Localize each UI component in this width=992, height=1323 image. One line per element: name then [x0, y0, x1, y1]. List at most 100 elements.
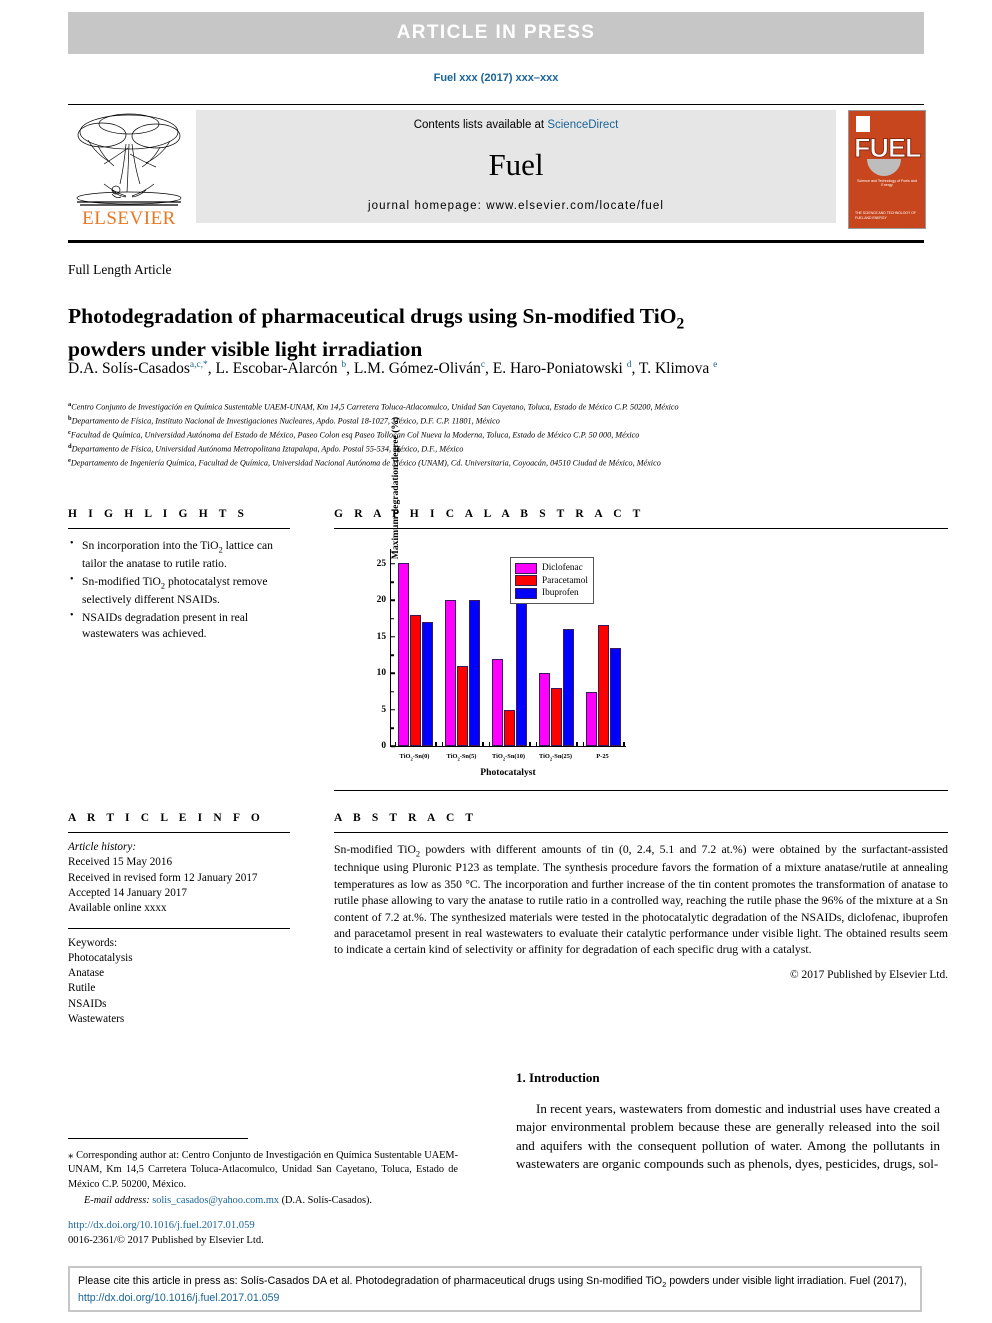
author-affil-marker[interactable]: a,c, [190, 360, 203, 370]
chart-bar [562, 628, 575, 747]
author-name: D.A. Solís-Casados [68, 360, 190, 378]
title-part-1: Photodegradation of pharmaceutical drugs… [68, 304, 677, 329]
article-in-press-label: ARTICLE IN PRESS [396, 22, 596, 43]
abstract-rule [334, 832, 948, 834]
chart-bar [491, 658, 504, 747]
keyword-item: Photocatalysis [68, 952, 133, 965]
keyword-item: Wastewaters [68, 1012, 125, 1025]
email-label: E-mail address: [84, 1195, 150, 1207]
highlight-text: NSAIDs degradation present in real waste… [82, 610, 249, 640]
sciencedirect-link[interactable]: ScienceDirect [547, 119, 618, 131]
chart-x-tick-mark [435, 742, 437, 747]
chart-x-tick-label: TiO2-Sn(0) [399, 753, 430, 762]
article-history-label: Article history: [68, 841, 137, 854]
affiliation-text: Departamento de Física, Instituto Nacion… [71, 416, 500, 426]
title-subscript: 2 [676, 315, 685, 333]
chart-x-tick-mark [482, 742, 484, 747]
author-list: D.A. Solís-Casadosa,c,*, L. Escobar-Alar… [68, 360, 948, 378]
article-info-rule [68, 832, 290, 834]
masthead-bottom-rule [68, 240, 924, 243]
contents-lists-line: Contents lists available at ScienceDirec… [414, 119, 619, 131]
chart-y-minor-tick [391, 617, 394, 620]
masthead-top-rule [68, 104, 924, 105]
cover-footer-text: THE SCIENCE AND TECHNOLOGY OF FUEL AND E… [855, 211, 916, 221]
chart-y-tick-label: 25 [376, 558, 386, 569]
chart-y-minor-tick [391, 581, 394, 583]
chart-bar [397, 563, 410, 747]
affiliation-text: Facultad de Química, Universidad Autónom… [70, 430, 640, 440]
keyword-item: NSAIDs [68, 997, 107, 1010]
chart-x-axis-label: Photocatalyst [480, 767, 536, 779]
highlights-rule [68, 528, 290, 530]
author-affil-marker[interactable]: c [481, 360, 485, 370]
keyword-item: Rutile [68, 982, 96, 995]
affiliation-item: dDepartamento de Física, Universidad Aut… [68, 442, 948, 456]
corresponding-author-text: Corresponding author at: Centro Conjunto… [68, 1150, 459, 1190]
email-note: E-mail address: solis_casados@yahoo.com.… [68, 1194, 458, 1208]
graphical-abstract-figure: Maximum degradation degree (%) 0 5 10 15 20 2… [342, 417, 642, 789]
introduction-paragraph: In recent years, wastewaters from domest… [516, 1101, 940, 1172]
chart-x-tick-mark [529, 742, 531, 747]
chart-bar [468, 599, 481, 747]
introduction-heading: 1. Introduction [516, 1070, 600, 1085]
chart-bar [421, 622, 434, 747]
journal-title: Fuel [488, 147, 544, 182]
corresponding-author-note: ⁎ Corresponding author at: Centro Conjun… [68, 1148, 458, 1192]
affiliation-text: Departamento de Ingeniería Química, Facu… [70, 458, 661, 468]
chart-legend-swatch [515, 587, 537, 599]
abstract-copyright: © 2017 Published by Elsevier Ltd. [790, 968, 948, 981]
cite-doi-link[interactable]: http://dx.doi.org/10.1016/j.fuel.2017.01… [78, 1292, 279, 1304]
author-name: T. Klimova [638, 360, 710, 378]
list-item: Sn incorporation into the TiO2 lattice c… [68, 537, 290, 572]
author-name: L. Escobar-Alarcón [215, 360, 338, 378]
keywords-list: Keywords: Photocatalysis Anatase Rutile … [68, 936, 290, 1027]
doi-link[interactable]: http://dx.doi.org/10.1016/j.fuel.2017.01… [68, 1218, 264, 1233]
page-title: Photodegradation of pharmaceutical drugs… [68, 302, 868, 363]
chart-legend-label: Paracetamol [542, 575, 588, 586]
paper-page: ARTICLE IN PRESS Fuel xxx (2017) xxx–xxx [0, 0, 992, 1323]
contents-lists-prefix: Contents lists available at [413, 119, 548, 131]
chart-x-tick-label: TiO2-Sn(25) [538, 753, 573, 762]
graphical-abstract-heading: G R A P H I C A L A B S T R A C T [334, 508, 645, 520]
masthead-center: Contents lists available at ScienceDirec… [196, 110, 836, 223]
author-item: E. Haro-Poniatowski d, [492, 360, 639, 378]
chart-y-minor-tick [391, 654, 394, 656]
graphical-abstract-bottom-rule [334, 790, 948, 792]
email-link[interactable]: solis_casados@yahoo.com.mx [152, 1195, 279, 1206]
author-affil-marker[interactable]: d [627, 360, 632, 370]
cite-box: Please cite this article in press as: So… [70, 1268, 920, 1310]
highlights-heading: H I G H L I G H T S [68, 508, 249, 520]
chart-y-tick-mark [391, 636, 395, 638]
cover-subtitle: Science and Technology of Fuels and Ener… [857, 179, 917, 187]
affiliation-item: cFacultad de Química, Universidad Autóno… [68, 428, 948, 442]
graphical-abstract-rule [334, 528, 948, 530]
article-history-item: Received 15 May 2016 [68, 856, 173, 869]
chart-bar [503, 709, 516, 747]
affiliation-text: Departamento de Física, Universidad Autó… [71, 444, 464, 454]
chart-x-tick-mark [441, 742, 444, 747]
chart-y-tick-label: 10 [376, 668, 386, 679]
chart-bar [609, 647, 622, 747]
list-item: NSAIDs degradation present in real waste… [68, 609, 290, 642]
cover-badge-icon [855, 115, 871, 133]
elsevier-tree-svg [76, 113, 182, 206]
affiliation-item: bDepartamento de Física, Instituto Nacio… [68, 414, 948, 428]
journal-homepage[interactable]: journal homepage: www.elsevier.com/locat… [368, 200, 664, 212]
chart-legend: Diclofenac Paracetamol Ibuprofen [510, 557, 594, 605]
chart-x-tick-label: TiO2-Sn(10) [491, 753, 526, 762]
corresponding-author-marker[interactable]: * [203, 360, 208, 370]
email-owner: (D.A. Solís-Casados). [281, 1195, 372, 1207]
author-affil-marker[interactable]: e [713, 360, 717, 370]
chart-legend-swatch [515, 562, 537, 574]
chart-legend-item: Paracetamol [515, 575, 588, 587]
chart-legend-item: Diclofenac [515, 562, 588, 574]
highlights-section: H I G H L I G H T S Sn incorporation int… [68, 508, 290, 644]
chart-legend-swatch [515, 575, 537, 587]
chart-legend-label: Ibuprofen [542, 588, 579, 599]
author-item: L.M. Gómez-Olivánc, [353, 360, 493, 378]
keywords-label: Keywords: [68, 937, 118, 950]
footnote-block: ⁎ Corresponding author at: Centro Conjun… [68, 1148, 458, 1209]
article-history: Article history: Received 15 May 2016 Re… [68, 840, 290, 916]
article-info-section: A R T I C L E I N F O Article history: R… [68, 812, 290, 1027]
author-affil-marker[interactable]: b [341, 360, 346, 370]
